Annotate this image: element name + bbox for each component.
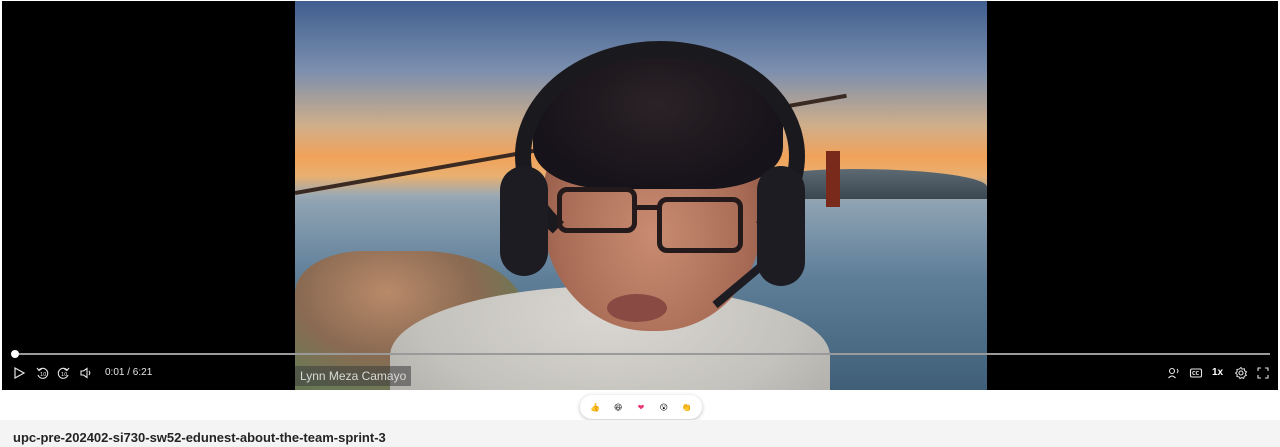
live-caption-icon xyxy=(1168,367,1179,379)
progress-bar[interactable] xyxy=(14,353,1270,355)
fullscreen-icon xyxy=(1257,367,1269,379)
svg-text:CC: CC xyxy=(1192,371,1200,377)
reaction-thumbs-up[interactable]: 👍 xyxy=(587,399,603,415)
clap-icon: 👏 xyxy=(681,402,692,412)
reaction-laugh[interactable]: 😆 xyxy=(610,399,626,415)
reactions-bar: 👍 😆 ❤ 😮 👏 xyxy=(580,395,702,419)
video-player[interactable] xyxy=(2,1,1278,390)
glasses-bridge xyxy=(635,205,659,210)
forward-10-icon: 10 xyxy=(57,367,70,379)
surprised-icon: 😮 xyxy=(659,402,668,412)
svg-text:10: 10 xyxy=(61,372,67,378)
time-display: 0:01 / 6:21 xyxy=(105,367,153,378)
live-caption-button[interactable] xyxy=(1165,364,1183,382)
reaction-clap[interactable]: 👏 xyxy=(679,399,695,415)
forward-10-button[interactable]: 10 xyxy=(55,364,73,382)
volume-button[interactable] xyxy=(77,364,95,382)
playback-speed-button[interactable]: 1x xyxy=(1212,366,1223,380)
progress-thumb[interactable] xyxy=(11,350,19,358)
cc-icon: CC xyxy=(1189,368,1203,378)
headset-earcup-left xyxy=(500,166,548,276)
svg-text:10: 10 xyxy=(40,372,46,378)
glasses-left-lens xyxy=(557,187,637,233)
play-button[interactable] xyxy=(10,364,28,382)
rewind-10-icon: 10 xyxy=(36,367,49,379)
video-background-bridge-tower xyxy=(826,151,840,207)
reaction-heart[interactable]: ❤ xyxy=(633,399,649,415)
laugh-icon: 😆 xyxy=(614,402,623,412)
video-frame[interactable] xyxy=(295,1,987,390)
settings-icon xyxy=(1234,366,1248,380)
headset-earcup-right xyxy=(757,166,805,286)
heart-icon: ❤ xyxy=(637,402,645,412)
video-title: upc-pre-202402-si730-sw52-edunest-about-… xyxy=(13,430,386,445)
participant-name-tag: Lynn Meza Camayo xyxy=(295,366,412,386)
glasses-right-lens xyxy=(657,197,743,253)
participant-mouth xyxy=(607,294,667,322)
play-icon xyxy=(14,366,26,380)
fullscreen-button[interactable] xyxy=(1254,364,1272,382)
volume-icon xyxy=(80,367,91,379)
thumbs-up-icon: 👍 xyxy=(590,402,601,412)
reaction-surprised[interactable]: 😮 xyxy=(656,399,672,415)
rewind-10-button[interactable]: 10 xyxy=(33,364,51,382)
settings-button[interactable] xyxy=(1232,364,1250,382)
closed-captions-button[interactable]: CC xyxy=(1187,364,1205,382)
